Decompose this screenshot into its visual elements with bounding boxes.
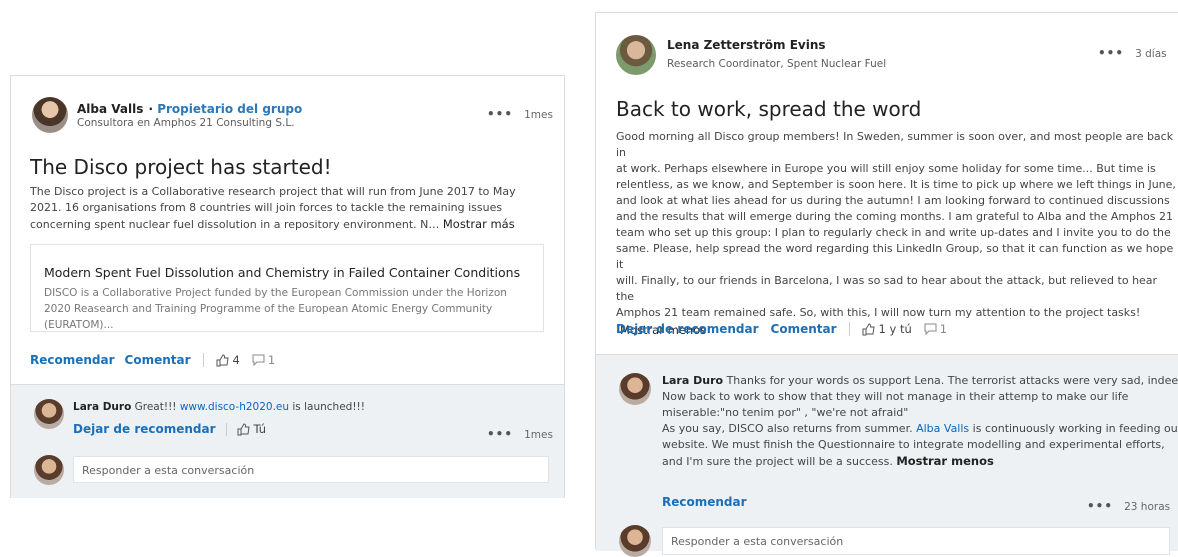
more-options-icon[interactable]: ••• — [1087, 499, 1113, 513]
post-card-alba: Alba Valls · Propietario del grupo Consu… — [10, 75, 565, 498]
comment-line: Now back to work to show that they will … — [662, 390, 1129, 403]
comment-line: miserable:"no tenim por" , "we're not af… — [662, 406, 909, 419]
body-line: Good morning all Disco group members! In… — [616, 130, 1174, 159]
link-preview-description: DISCO is a Collaborative Project funded … — [44, 287, 507, 331]
author-line: Alba Valls · Propietario del grupo — [77, 98, 302, 117]
mention-link[interactable]: Alba Valls — [916, 422, 969, 435]
comment-line: and I'm sure the project will be a succe… — [662, 455, 893, 468]
comment-line: is continuously working in feeding our — [972, 422, 1178, 435]
current-user-avatar — [619, 525, 651, 557]
comment-line: As you say, DISCO also returns from summ… — [662, 422, 913, 435]
thumbs-up-icon — [216, 353, 229, 367]
author-avatar[interactable] — [32, 97, 68, 133]
body-line: and look at what lies ahead for us durin… — [616, 194, 1170, 207]
body-line: Amphos 21 team remained safe. So, with t… — [616, 306, 1141, 319]
body-line: at work. Perhaps elsewhere in Europe you… — [616, 162, 1156, 175]
commenter-avatar[interactable] — [619, 373, 651, 405]
comments-section: Lara Duro Thanks for your words os suppo… — [596, 354, 1178, 557]
author-headline: Consultora en Amphos 21 Consulting S.L. — [77, 117, 295, 129]
thumbs-up-icon — [237, 422, 250, 436]
commenter-name[interactable]: Lara Duro — [73, 401, 131, 413]
comment-time: 23 horas — [1124, 501, 1171, 513]
post-body: Good morning all Disco group members! In… — [616, 129, 1176, 338]
author-avatar[interactable] — [616, 35, 656, 75]
comment-line: website. We must finish the Questionnair… — [662, 438, 1165, 451]
comment-text-part: Great!!! — [134, 401, 177, 413]
body-line: relentless, as we know, and September is… — [616, 178, 1176, 191]
comment-button[interactable]: Comentar — [771, 322, 837, 336]
comment-icon — [252, 354, 265, 366]
post-time: 3 días — [1135, 48, 1167, 60]
commenter-avatar[interactable] — [34, 399, 64, 429]
body-line: will. Finally, to our friends in Barcelo… — [616, 274, 1158, 303]
current-user-avatar — [34, 455, 64, 485]
comment-time: 1mes — [524, 429, 553, 441]
comment-url-link[interactable]: www.disco-h2020.eu — [180, 401, 289, 413]
like-count[interactable]: 4 — [233, 353, 240, 367]
comment-count[interactable]: 1 — [268, 353, 275, 367]
comments-section: Lara Duro Great!!! www.disco-h2020.eu is… — [11, 384, 564, 498]
body-line: and the results that will emerge during … — [616, 210, 1174, 223]
comment-actions: Dejar de recomendar Tú — [73, 422, 266, 436]
comment-meta: ••• 1mes — [487, 423, 553, 442]
comment-text-part: is launched!!! — [292, 401, 365, 413]
more-options-icon[interactable]: ••• — [487, 107, 513, 121]
thumbs-up-icon — [862, 322, 875, 336]
more-options-icon[interactable]: ••• — [487, 427, 513, 441]
divider — [225, 422, 227, 436]
link-preview-card[interactable]: Modern Spent Fuel Dissolution and Chemis… — [30, 244, 544, 332]
author-headline: Research Coordinator, Spent Nuclear Fuel — [667, 58, 887, 70]
unlike-comment-button[interactable]: Dejar de recomendar — [73, 422, 216, 436]
reply-input[interactable]: Responder a esta conversación — [662, 527, 1170, 555]
like-count[interactable]: 1 y tú — [879, 322, 912, 336]
more-options-icon[interactable]: ••• — [1098, 46, 1124, 60]
author-name[interactable]: Alba Valls — [77, 102, 143, 116]
post-title: Back to work, spread the word — [616, 97, 922, 121]
post-actions: Dejar de recomendar Comentar 1 y tú 1 — [616, 322, 947, 336]
owner-badge: Propietario del grupo — [157, 102, 303, 116]
comment-text: Lara Duro Great!!! www.disco-h2020.eu is… — [73, 401, 365, 413]
post-card-lena: Lena Zetterström Evins Research Coordina… — [595, 12, 1178, 557]
comment-count[interactable]: 1 — [940, 322, 947, 336]
post-meta: ••• 1mes — [487, 103, 553, 122]
comment-meta: ••• 23 horas — [1087, 495, 1170, 514]
body-line: same. Please, help spread the word regar… — [616, 242, 1174, 271]
link-preview-title: Modern Spent Fuel Dissolution and Chemis… — [44, 265, 521, 280]
separator-dot: · — [148, 102, 158, 116]
comment-likes[interactable]: Tú — [254, 422, 267, 436]
divider — [202, 353, 204, 367]
comment-button[interactable]: Comentar — [125, 353, 191, 367]
comment-line: Thanks for your words os support Lena. T… — [726, 374, 1178, 387]
post-meta: ••• 3 días — [1098, 42, 1167, 61]
comment-text: Lara Duro Thanks for your words os suppo… — [662, 373, 1178, 470]
unlike-button[interactable]: Dejar de recomendar — [616, 322, 759, 336]
post-actions: Recomendar Comentar 4 1 — [30, 353, 275, 367]
commenter-name[interactable]: Lara Duro — [662, 374, 723, 387]
reply-input[interactable]: Responder a esta conversación — [73, 456, 549, 483]
comment-icon — [924, 323, 937, 335]
post-body: The Disco project is a Collaborative res… — [30, 184, 550, 233]
like-comment-button[interactable]: Recomendar — [662, 495, 747, 509]
post-title: The Disco project has started! — [30, 155, 332, 179]
post-time: 1mes — [524, 109, 553, 121]
author-name[interactable]: Lena Zetterström Evins — [667, 38, 826, 52]
show-more-link[interactable]: Mostrar más — [443, 217, 515, 231]
body-line: team who set up this group: I plan to re… — [616, 226, 1171, 239]
like-button[interactable]: Recomendar — [30, 353, 115, 367]
divider — [848, 322, 850, 336]
show-less-comment-link[interactable]: Mostrar menos — [896, 454, 994, 468]
